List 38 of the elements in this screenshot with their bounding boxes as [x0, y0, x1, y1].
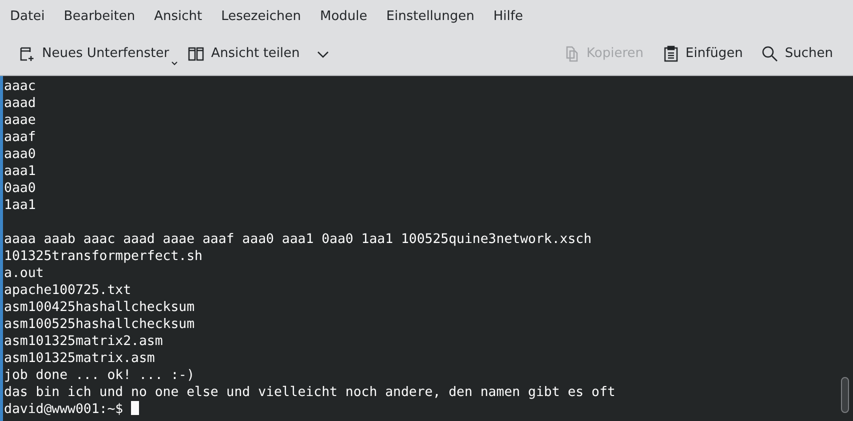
terminal-line: asm100525hashallchecksum	[4, 316, 196, 333]
terminal-line: aaac	[4, 78, 37, 95]
terminal-line: a.out	[4, 265, 45, 282]
new-tab-icon	[18, 44, 36, 62]
menu-item[interactable]: Module	[312, 8, 376, 24]
terminal-line: aaa0	[4, 146, 37, 163]
terminal-line: aaad	[4, 95, 37, 112]
caret-icon	[171, 60, 178, 66]
search-icon	[760, 44, 779, 62]
terminal-line: job done ... ok! ... :-)	[4, 367, 196, 384]
menu-item[interactable]: Einstellungen	[378, 8, 482, 24]
menu-item[interactable]: Hilfe	[485, 8, 531, 24]
terminal-line: aaaf	[4, 129, 37, 146]
terminal-line: aaae	[4, 112, 37, 129]
terminal-line: 0aa0	[4, 180, 37, 197]
new-tab-button[interactable]: Neues Unterfenster	[12, 40, 176, 66]
terminal-line: asm100425hashallchecksum	[4, 299, 196, 316]
shell-prompt: david@www001:~$	[4, 402, 124, 417]
paste-button[interactable]: Einfügen	[656, 40, 749, 66]
clipboard-icon	[662, 44, 680, 62]
terminal-view[interactable]	[0, 76, 853, 421]
scrollbar-thumb[interactable]	[841, 377, 849, 413]
terminal-line: aaa1	[4, 163, 37, 180]
menu-item[interactable]: Ansicht	[146, 8, 210, 24]
split-view-icon	[187, 44, 206, 62]
terminal-line: asm101325matrix.asm	[4, 350, 156, 367]
terminal-line: apache100725.txt	[4, 282, 132, 299]
terminal-line: das bin ich und no one else und vielleicht noch andere, den namen gibt es oft	[4, 384, 616, 401]
text-cursor	[131, 401, 140, 415]
terminal-line: asm101325matrix2.asm	[4, 333, 164, 350]
menu-item[interactable]: Bearbeiten	[56, 8, 144, 24]
search-button[interactable]: Suchen	[754, 40, 839, 66]
terminal-line: 101325transformperfect.sh	[4, 248, 204, 265]
menu-item[interactable]: Lesezeichen	[213, 8, 309, 24]
menu-item[interactable]: Datei	[2, 8, 53, 24]
terminal-line: aaaa aaab aaac aaad aaae aaaf aaa0 aaa1 0aa0 1aa1 100525quine3network.xsch	[4, 231, 593, 248]
terminal-line: 1aa1	[4, 197, 37, 214]
split-button[interactable]: Ansicht teilen	[181, 40, 336, 66]
